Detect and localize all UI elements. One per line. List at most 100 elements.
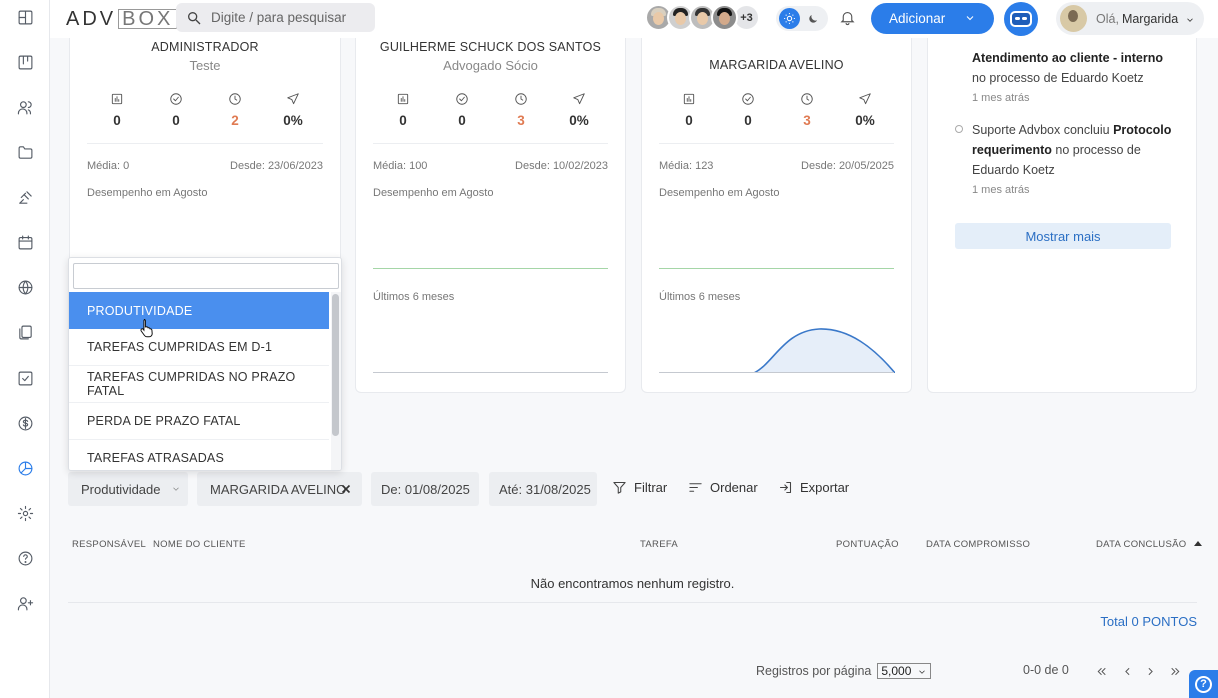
last-page-icon[interactable] [1166,662,1184,680]
send-icon [859,93,871,105]
user-card-role: Teste [189,58,221,73]
dropdown-scrollbar[interactable] [331,292,341,470]
activity-item[interactable]: Suporte Advbox concluiu Protocolo requer… [972,120,1182,200]
stat-value: 0% [283,113,303,128]
help-chat-button[interactable]: ? [1189,670,1218,698]
dropdown-option-perda-prazo-fatal[interactable]: PERDA DE PRAZO FATAL [69,403,329,440]
sort-asc-icon [1194,541,1203,546]
sort-button[interactable]: Ordenar [688,480,758,495]
prev-page-icon[interactable] [1118,662,1136,680]
sun-icon [779,8,800,29]
column-header-appointment-date[interactable]: DATA COMPROMISSO [926,539,1030,550]
check-circle-icon [170,93,182,105]
finance-icon[interactable] [13,411,37,435]
date-from-field[interactable]: De: 01/08/2025 [371,472,479,506]
stat-total: 0 [669,92,709,128]
since-label: Desde: 20/05/2025 [801,160,894,172]
stat-total: 0 [97,92,137,128]
user-menu[interactable]: Olá, Margarida [1056,2,1204,35]
theme-toggle[interactable] [776,6,828,31]
report-type-select[interactable]: Produtividade [68,472,188,506]
stat-done: 0 [156,92,196,128]
chevron-down-icon [964,12,976,24]
close-icon[interactable] [340,483,352,495]
person-filter[interactable]: MARGARIDA AVELINO [197,472,362,506]
filter-button[interactable]: Filtrar [612,480,667,495]
search-placeholder: Digite / para pesquisar [211,10,347,25]
export-button[interactable]: Exportar [778,480,849,495]
stat-value: 0 [399,113,407,128]
globe-icon[interactable] [13,275,37,299]
six-month-area-chart [753,328,895,373]
performance-label: Desempenho em Agosto [373,187,494,199]
stat-value: 0% [855,113,875,128]
sort-label: Ordenar [710,480,758,495]
rows-per-page-select[interactable]: 5,000 [877,663,932,679]
dropdown-option-tarefas-prazo-fatal[interactable]: TAREFAS CUMPRIDAS NO PRAZO FATAL [69,366,329,403]
last-six-months-label: Últimos 6 meses [659,291,741,303]
logo-text: ADV [66,7,117,30]
check-circle-icon [742,93,754,105]
gavel-icon[interactable] [13,185,37,209]
dropdown-option-tarefas-d1[interactable]: TAREFAS CUMPRIDAS EM D-1 [69,329,329,366]
settings-icon[interactable] [13,501,37,525]
stat-pending: 3 [501,92,541,128]
chevron-down-icon [919,670,926,674]
activity-text: no processo de Eduardo Koetz [972,71,1144,85]
kanban-icon[interactable] [13,50,37,74]
add-button[interactable]: Adicionar [871,3,994,34]
search-input[interactable]: Digite / para pesquisar [176,3,375,32]
dropdown-search-input[interactable] [73,263,339,289]
send-icon [287,93,299,105]
column-header-score[interactable]: PONTUAÇÃO [836,539,899,550]
documents-icon[interactable] [13,320,37,344]
date-to-field[interactable]: Até: 31/08/2025 [489,472,597,506]
user-card: GUILHERME SCHUCK DOS SANTOS Advogado Sóc… [355,38,626,393]
date-to-value: Até: 31/08/2025 [499,481,591,497]
help-icon[interactable] [13,546,37,570]
user-card-role: Advogado Sócio [443,58,538,73]
tasks-icon[interactable] [13,366,37,390]
since-label: Desde: 23/06/2023 [230,160,323,172]
media-label: Média: 0 [87,160,130,172]
reports-icon[interactable] [13,456,37,480]
show-more-button[interactable]: Mostrar mais [955,223,1171,249]
dropdown-option-produtividade[interactable]: PRODUTIVIDADE [69,292,329,329]
assistant-robot-icon[interactable] [1004,2,1038,36]
calendar-icon[interactable] [13,230,37,254]
column-header-completion-date[interactable]: DATA CONCLUSÃO [1096,539,1203,550]
hand-cursor-icon [140,319,153,338]
report-type-dropdown: PRODUTIVIDADE TAREFAS CUMPRIDAS EM D-1 T… [68,257,342,471]
activity-time: 1 mes atrás [972,92,1030,104]
export-icon [779,481,792,494]
media-label: Média: 100 [373,160,428,172]
contacts-icon[interactable] [13,95,37,119]
scrollbar-thumb[interactable] [332,294,339,436]
column-header-client[interactable]: NOME DO CLIENTE [153,539,246,550]
sort-icon [689,483,702,492]
avatar[interactable] [711,4,738,31]
notifications-bell-icon[interactable] [839,9,859,29]
first-page-icon[interactable] [1092,662,1110,680]
question-icon: ? [1195,675,1212,693]
user-card-name: GUILHERME SCHUCK DOS SANTOS [379,40,602,54]
column-header-task[interactable]: TAREFA [640,539,678,550]
next-page-icon[interactable] [1141,662,1159,680]
stat-value: 0 [458,113,466,128]
rows-per-page-label: Registros por página [756,664,872,678]
activity-item[interactable]: Atendimento ao cliente - interno no proc… [972,48,1182,108]
dropdown-option-tarefas-atrasadas[interactable]: TAREFAS ATRASADAS [69,440,329,470]
stat-value: 0 [744,113,752,128]
dashboard-icon[interactable] [13,5,37,29]
add-user-icon[interactable] [13,591,37,615]
column-header-label: DATA CONCLUSÃO [1096,539,1187,550]
stat-done: 0 [442,92,482,128]
stat-total: 0 [383,92,423,128]
column-header-responsible[interactable]: RESPONSÁVEL [72,539,146,550]
six-month-chart-baseline [659,372,894,373]
user-card-name: ADMINISTRADOR [151,40,259,54]
folder-icon[interactable] [13,140,37,164]
activity-feed: Atendimento ao cliente - interno no proc… [927,38,1197,393]
online-users[interactable]: +3 [645,4,760,31]
advbox-logo[interactable]: ADV BOX [66,7,178,30]
